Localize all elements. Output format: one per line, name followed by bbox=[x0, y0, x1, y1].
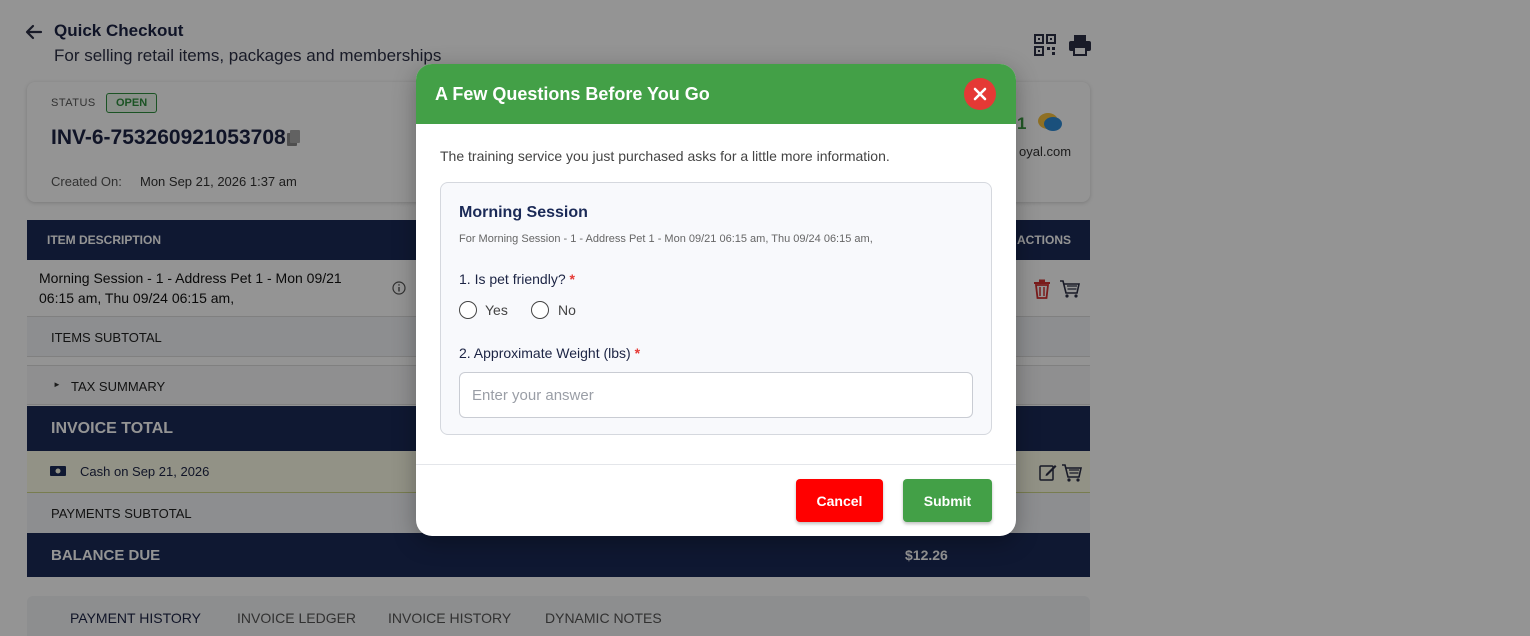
modal-title: A Few Questions Before You Go bbox=[435, 84, 710, 104]
radio-no[interactable] bbox=[531, 301, 549, 319]
modal-footer-divider bbox=[416, 464, 1016, 465]
weight-answer-input[interactable] bbox=[459, 372, 973, 418]
radio-yes-label[interactable]: Yes bbox=[485, 302, 508, 318]
question-2-label: 2. Approximate Weight (lbs) * bbox=[459, 345, 640, 361]
radio-no-label[interactable]: No bbox=[558, 302, 576, 318]
question-2-text: 2. Approximate Weight (lbs) bbox=[459, 345, 631, 361]
cancel-button[interactable]: Cancel bbox=[796, 479, 883, 522]
question-1-text: 1. Is pet friendly? bbox=[459, 271, 566, 287]
close-button[interactable] bbox=[964, 78, 996, 110]
question-1-label: 1. Is pet friendly? * bbox=[459, 271, 575, 287]
close-icon bbox=[973, 87, 987, 101]
question-card-subtitle: For Morning Session - 1 - Address Pet 1 … bbox=[459, 233, 873, 245]
required-marker: * bbox=[569, 271, 575, 287]
modal-intro-text: The training service you just purchased … bbox=[440, 148, 890, 164]
radio-yes[interactable] bbox=[459, 301, 477, 319]
question-card: Morning Session For Morning Session - 1 … bbox=[440, 182, 992, 435]
required-marker: * bbox=[634, 345, 641, 361]
submit-button[interactable]: Submit bbox=[903, 479, 992, 522]
modal-header: A Few Questions Before You Go bbox=[416, 64, 1016, 124]
questions-modal: A Few Questions Before You Go The traini… bbox=[416, 64, 1016, 536]
question-card-title: Morning Session bbox=[459, 204, 588, 221]
